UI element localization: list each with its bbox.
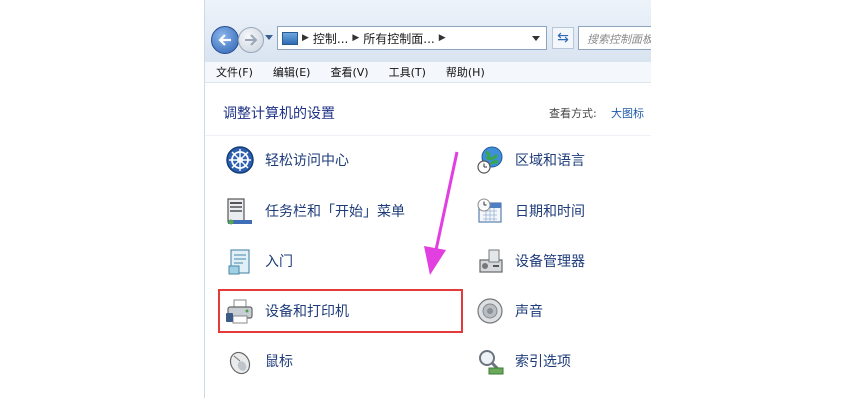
pointer-arrow-icon xyxy=(424,151,459,275)
